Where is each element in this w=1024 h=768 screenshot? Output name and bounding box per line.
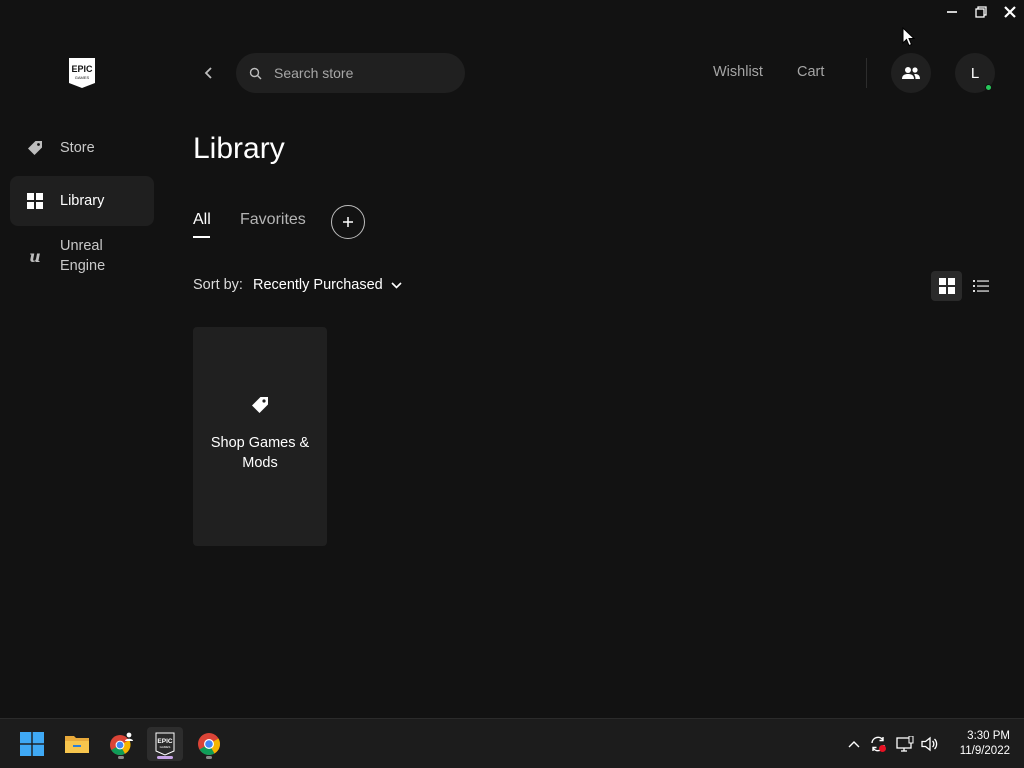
friends-button[interactable] [891, 53, 931, 93]
list-view-button[interactable] [966, 271, 996, 301]
restore-icon [974, 6, 987, 18]
wishlist-link[interactable]: Wishlist [713, 64, 763, 80]
restore-button[interactable] [966, 0, 995, 24]
chevron-left-icon [204, 67, 212, 79]
svg-text:GAMES: GAMES [160, 745, 171, 749]
search-icon [248, 66, 262, 80]
online-status-indicator [985, 84, 992, 91]
chevron-up-icon [848, 741, 860, 748]
active-indicator [157, 756, 173, 759]
svg-text:EPIC: EPIC [157, 738, 172, 745]
close-icon [1003, 6, 1016, 18]
sort-dropdown[interactable]: Recently Purchased [253, 277, 403, 293]
friends-icon [902, 67, 920, 79]
mouse-cursor-icon [902, 27, 915, 47]
unreal-icon: u [26, 247, 44, 265]
sidebar-item-label: Unreal Engine [60, 238, 106, 274]
cart-link[interactable]: Cart [797, 64, 824, 80]
epic-games-launcher: EPIC GAMES Store Library u Unreal Engine [0, 0, 1024, 768]
chrome-icon [198, 733, 220, 755]
svg-text:EPIC: EPIC [71, 64, 93, 74]
clock-time: 3:30 PM [967, 730, 1010, 742]
tag-icon [26, 139, 44, 157]
add-collection-button[interactable] [331, 205, 365, 239]
start-button[interactable] [14, 727, 50, 761]
sidebar-item-label: Library [60, 193, 105, 209]
sidebar-item-label: Store [60, 140, 95, 156]
sort-value: Recently Purchased [252, 277, 383, 293]
epic-games-logo[interactable]: EPIC GAMES [68, 57, 96, 89]
taskbar-clock[interactable]: 3:30 PM 11/9/2022 [948, 729, 1010, 759]
grid-icon [26, 192, 44, 210]
avatar-initial: L [970, 64, 980, 82]
folder-icon [65, 736, 89, 753]
tray-overflow-button[interactable] [845, 735, 863, 753]
page-title: Library [193, 132, 285, 165]
windows-icon [20, 732, 44, 756]
svg-text:GAMES: GAMES [75, 75, 90, 80]
tag-icon [251, 396, 269, 414]
sidebar: Store Library u Unreal Engine [10, 124, 154, 284]
network-icon [896, 736, 914, 752]
close-button[interactable] [995, 0, 1024, 24]
sidebar-item-store[interactable]: Store [10, 124, 154, 172]
window-controls [937, 0, 1024, 24]
minimize-button[interactable] [937, 0, 966, 24]
sidebar-item-unreal-engine[interactable]: u Unreal Engine [10, 228, 154, 284]
list-view-icon [973, 280, 989, 292]
plus-icon [343, 217, 353, 227]
sort-control: Sort by: Recently Purchased [193, 277, 403, 293]
tray-network[interactable] [896, 735, 914, 753]
chrome-icon [110, 732, 133, 756]
sync-icon [871, 736, 886, 752]
search-bar[interactable] [236, 53, 465, 93]
running-indicator [206, 756, 212, 759]
taskbar-file-explorer[interactable] [59, 727, 95, 761]
topbar-divider [866, 58, 867, 88]
volume-icon [921, 736, 938, 752]
chevron-down-icon [391, 279, 403, 291]
grid-view-button[interactable] [931, 271, 962, 301]
tray-volume[interactable] [921, 735, 939, 753]
sort-label: Sort by: [193, 277, 243, 293]
back-button[interactable] [200, 64, 218, 82]
taskbar-epic-games[interactable]: EPIC GAMES [147, 727, 183, 761]
tab-all[interactable]: All [193, 211, 211, 238]
card-label: Shop Games & Mods [210, 435, 310, 471]
grid-view-icon [938, 278, 955, 294]
minimize-icon [946, 11, 957, 13]
running-indicator [118, 756, 124, 759]
epic-icon: EPIC GAMES [155, 732, 175, 756]
tray-sync[interactable] [869, 735, 887, 753]
taskbar-chrome[interactable] [191, 727, 227, 761]
taskbar-chrome-profile[interactable] [103, 727, 139, 761]
tab-favorites[interactable]: Favorites [240, 211, 306, 229]
taskbar: EPIC GAMES 3:30 PM 11/9/2022 [0, 718, 1024, 768]
shop-games-card[interactable]: Shop Games & Mods [193, 327, 327, 546]
sidebar-item-library[interactable]: Library [10, 176, 154, 226]
clock-date: 11/9/2022 [959, 745, 1010, 757]
svg-text:u: u [29, 247, 41, 265]
search-input[interactable] [274, 65, 444, 81]
